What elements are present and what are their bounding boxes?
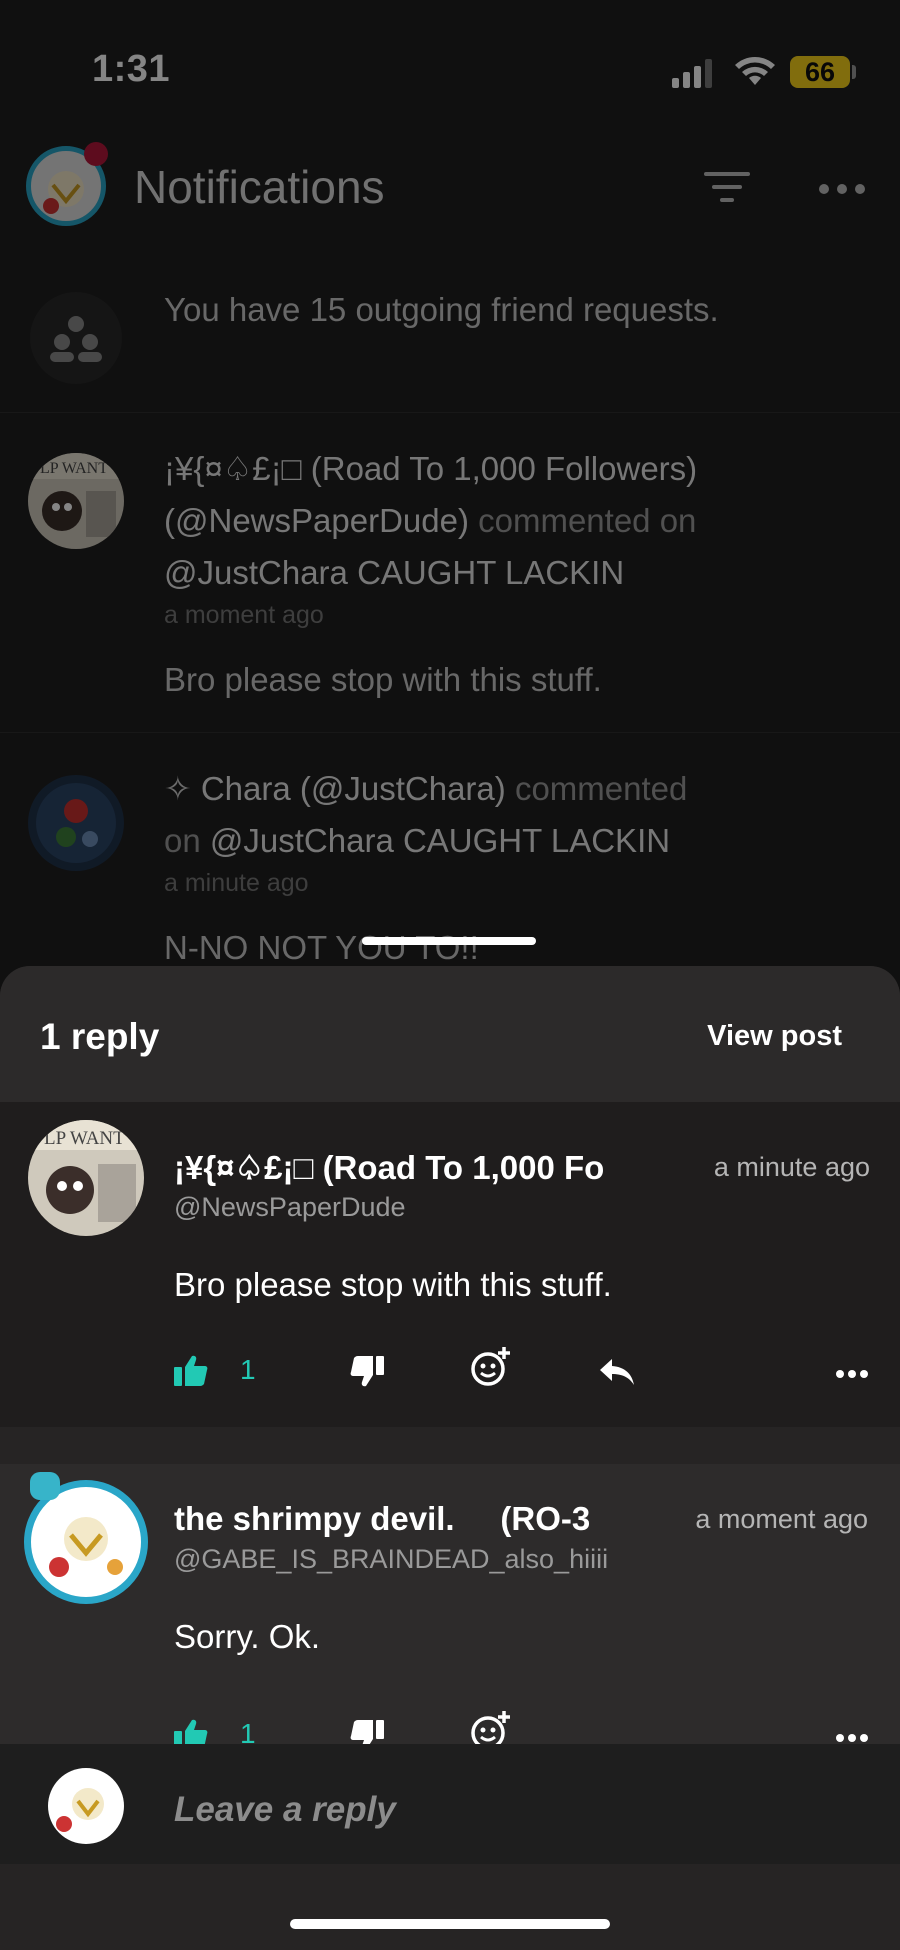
commenter-handle[interactable]: @NewsPaperDude <box>174 1192 406 1223</box>
home-indicator[interactable] <box>290 1919 610 1929</box>
svg-text:LP WANT: LP WANT <box>44 1128 125 1149</box>
my-avatar <box>48 1768 124 1844</box>
commenter-handle[interactable]: @GABE_IS_BRAINDEAD_also_hiiii <box>174 1544 608 1575</box>
commenter-name[interactable]: ¡¥{¤♤£¡□ (Road To 1,000 Fo <box>174 1148 664 1187</box>
more-options-icon <box>836 1370 868 1378</box>
comment-time: a minute ago <box>713 1152 870 1182</box>
avatar-badge-icon <box>30 1472 60 1500</box>
sheet-header: 1 reply View post <box>0 966 900 1102</box>
reply-count: 1 reply <box>40 1016 160 1057</box>
react-button[interactable] <box>470 1346 512 1386</box>
add-reaction-icon <box>471 1347 510 1386</box>
view-post-button[interactable]: View post <box>707 1020 842 1053</box>
reply-arrow-icon <box>600 1359 634 1385</box>
reply-composer: Leave a reply <box>0 1744 900 1864</box>
reply-button[interactable] <box>598 1352 636 1392</box>
comment-text: Sorry. Ok. <box>174 1618 321 1655</box>
replies-sheet: 1 reply View post LP WANT ¡¥{¤♤£¡□ (Road… <box>0 966 900 1950</box>
dislike-button[interactable] <box>350 1352 384 1392</box>
comment-more-button[interactable] <box>836 1354 868 1394</box>
comment-time: a moment ago <box>695 1504 868 1534</box>
sheet-grabber[interactable] <box>362 937 536 945</box>
dim-overlay[interactable] <box>0 0 900 1000</box>
comment-item: the shrimpy devil. (RO-3 a moment ago @G… <box>0 1464 900 1751</box>
like-button[interactable]: 1 <box>174 1350 256 1390</box>
commenter-name[interactable]: the shrimpy devil. (RO-3 <box>174 1500 644 1538</box>
comment-item: LP WANT ¡¥{¤♤£¡□ (Road To 1,000 Fo a min… <box>0 1102 900 1427</box>
more-options-icon <box>836 1734 868 1742</box>
thumbs-up-icon <box>174 1355 208 1386</box>
comment-text: Bro please stop with this stuff. <box>174 1266 612 1303</box>
like-count: 1 <box>240 1354 256 1385</box>
reply-input[interactable]: Leave a reply <box>174 1790 396 1830</box>
commenter-avatar[interactable]: LP WANT <box>28 1120 144 1236</box>
bottom-safe-area <box>0 1864 900 1950</box>
thumbs-down-icon <box>350 1356 384 1387</box>
